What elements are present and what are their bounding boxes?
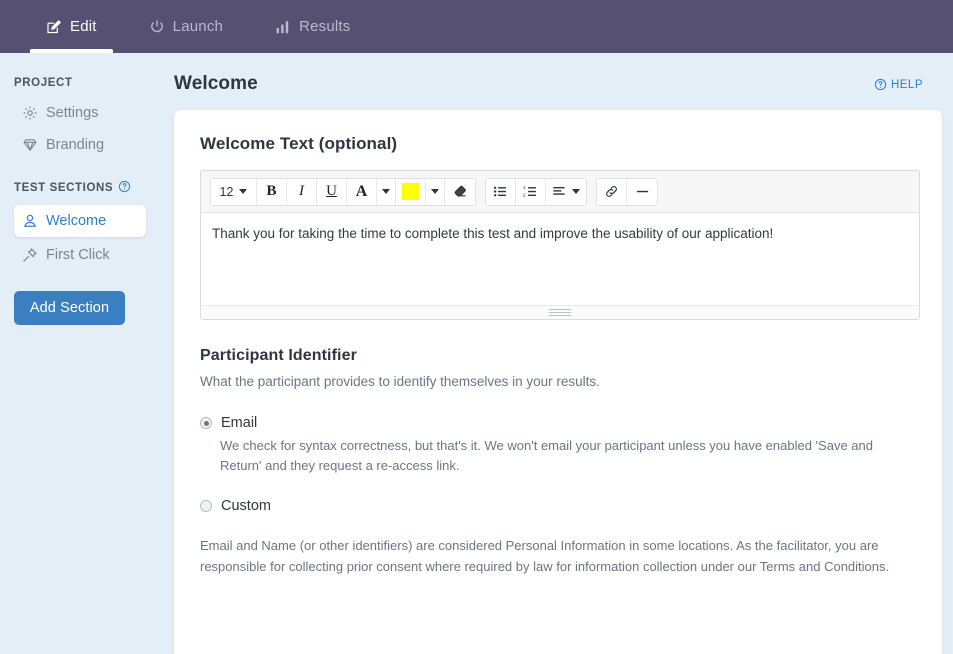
rich-text-editor: 12 B I U A 1 2 Thank you for taking the … — [200, 170, 920, 320]
edit-pencil-icon — [46, 19, 62, 35]
highlight-color-button[interactable] — [396, 178, 426, 205]
help-link-label: HELP — [890, 78, 923, 91]
sidebar-item-welcome-label: Welcome — [46, 213, 107, 229]
add-section-button[interactable]: Add Section — [14, 291, 125, 325]
tab-launch[interactable]: Launch — [123, 0, 249, 53]
sidebar: PROJECT Settings Branding TEST SECTIONS … — [0, 53, 160, 654]
svg-text:1: 1 — [523, 185, 526, 190]
bullet-list-icon — [493, 184, 508, 199]
numbered-list-button[interactable]: 1 2 — [516, 178, 546, 205]
text-color-dropdown[interactable] — [377, 178, 396, 205]
sidebar-project-header-label: PROJECT — [14, 77, 73, 89]
text-color-button[interactable]: A — [347, 178, 377, 205]
custom-radio[interactable] — [200, 500, 212, 513]
email-radio-label: Email — [221, 415, 258, 431]
app-root: Edit Launch Results PROJECT Settings Bra… — [0, 0, 953, 654]
svg-text:2: 2 — [523, 193, 526, 198]
tab-launch-label: Launch — [172, 18, 224, 35]
main-content: Welcome HELP Welcome Text (optional) 12 … — [160, 53, 953, 654]
help-circle-icon[interactable] — [118, 180, 131, 196]
sidebar-item-branding[interactable]: Branding — [14, 130, 146, 159]
email-radio[interactable] — [200, 417, 212, 429]
resize-grip-icon — [549, 309, 571, 318]
align-dropdown-button[interactable] — [546, 178, 586, 205]
sidebar-item-first-click-label: First Click — [46, 246, 110, 263]
font-size-value: 12 — [219, 184, 234, 199]
numbered-list-icon: 1 2 — [523, 184, 538, 199]
toolbar-group-lists: 1 2 — [485, 177, 587, 206]
sidebar-item-settings[interactable]: Settings — [14, 98, 146, 127]
welcome-text-heading: Welcome Text (optional) — [200, 134, 398, 153]
page-title: Welcome — [174, 73, 258, 94]
privacy-legal-text: Email and Name (or other identifiers) ar… — [200, 538, 890, 574]
participant-identifier-subtitle: What the participant provides to identif… — [200, 374, 600, 389]
pushpin-icon — [22, 247, 38, 263]
nav-tab-list: Edit Launch Results — [0, 0, 953, 53]
editor-toolbar: 12 B I U A 1 2 — [201, 171, 919, 213]
chevron-down-icon — [431, 189, 439, 194]
sidebar-item-first-click[interactable]: First Click — [14, 240, 146, 269]
clear-formatting-button[interactable] — [445, 178, 475, 205]
highlight-swatch — [402, 183, 419, 200]
help-link[interactable]: HELP — [874, 78, 923, 91]
sidebar-item-welcome[interactable]: Welcome — [14, 205, 146, 237]
tab-edit[interactable]: Edit — [20, 0, 123, 53]
radio-spacer — [200, 476, 916, 498]
gear-icon — [22, 105, 38, 121]
help-circle-icon — [874, 78, 887, 91]
highlight-color-dropdown[interactable] — [426, 178, 445, 205]
align-icon — [552, 184, 567, 199]
sidebar-sections-header: TEST SECTIONS — [14, 180, 146, 196]
bar-chart-icon — [275, 19, 291, 35]
custom-radio-label: Custom — [221, 498, 271, 515]
participant-identifier-heading: Participant Identifier — [200, 347, 357, 364]
bullet-list-button[interactable] — [486, 178, 516, 205]
horizontal-rule-icon — [635, 184, 650, 199]
radio-option-email[interactable]: Email — [200, 415, 916, 431]
bold-button[interactable]: B — [257, 178, 287, 205]
toolbar-group-insert — [596, 177, 658, 206]
person-icon — [22, 213, 38, 229]
tab-edit-label: Edit — [70, 18, 97, 35]
top-navigation-bar: Edit Launch Results — [0, 0, 953, 53]
horizontal-rule-button[interactable] — [627, 178, 657, 205]
editor-resize-handle[interactable] — [201, 305, 919, 319]
sidebar-sections-header-label: TEST SECTIONS — [14, 182, 114, 194]
welcome-text-editor-body[interactable]: Thank you for taking the time to complet… — [201, 213, 919, 305]
radio-option-custom[interactable]: Custom — [200, 498, 916, 514]
email-radio-help: We check for syntax correctness, but tha… — [220, 438, 873, 474]
tab-results[interactable]: Results — [249, 0, 376, 53]
chevron-down-icon — [239, 189, 248, 194]
page-header: Welcome HELP — [160, 53, 953, 103]
chevron-down-icon — [572, 189, 580, 194]
link-button[interactable] — [597, 178, 627, 205]
chevron-down-icon — [382, 189, 390, 194]
toolbar-group-format: 12 B I U A — [210, 177, 476, 206]
power-icon — [149, 19, 165, 35]
sidebar-item-settings-label: Settings — [46, 104, 99, 121]
clear-formatting-icon — [453, 184, 468, 199]
italic-button[interactable]: I — [287, 178, 317, 205]
gem-icon — [22, 137, 38, 153]
link-icon — [604, 184, 619, 199]
sidebar-project-header: PROJECT — [14, 77, 146, 89]
participant-identifier-section: Participant Identifier What the particip… — [200, 347, 916, 577]
underline-button[interactable]: U — [317, 178, 347, 205]
font-size-dropdown[interactable]: 12 — [211, 178, 257, 205]
sidebar-item-branding-label: Branding — [46, 136, 105, 153]
tab-results-label: Results — [299, 18, 351, 35]
welcome-section-card: Welcome Text (optional) 12 B I U A 1 2 T… — [174, 110, 942, 654]
